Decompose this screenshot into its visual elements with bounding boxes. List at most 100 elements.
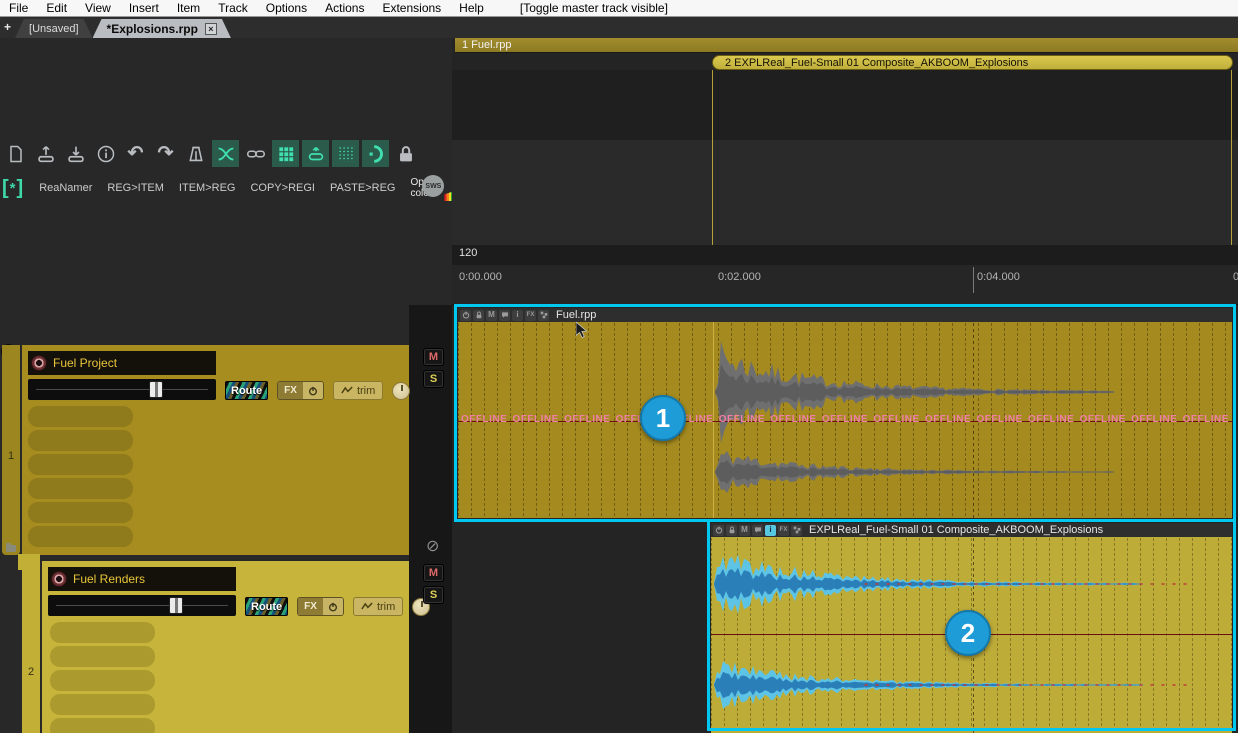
reaper-window: File Edit View Insert Item Track Options… [0, 0, 1238, 733]
track-1-mute-button[interactable]: M [423, 348, 444, 366]
redo-icon[interactable]: ↷ [152, 140, 179, 167]
track-2-fx-button[interactable]: FX [297, 597, 344, 616]
menu-item[interactable]: Item [168, 1, 209, 15]
menu-actions[interactable]: Actions [316, 1, 373, 15]
folder-icon[interactable] [6, 545, 16, 552]
item-lock-icon[interactable] [473, 310, 484, 321]
item-mute-toggle[interactable]: M [486, 310, 497, 321]
region-to-item-button[interactable]: REG>ITEM [107, 182, 164, 194]
item-notes-icon[interactable] [752, 525, 763, 536]
item-1-label: Fuel.rpp [556, 309, 596, 321]
track-2-mute-button[interactable]: M [423, 564, 444, 582]
ruler-time-4: 0:04.000 [977, 271, 1020, 283]
info-icon[interactable] [92, 140, 119, 167]
timeline-ruler[interactable]: 0:00.000 0:02.000 0:04.000 0: [452, 265, 1238, 305]
metronome-icon[interactable] [182, 140, 209, 167]
record-arm-button[interactable] [51, 571, 67, 587]
tempo-value[interactable]: 120 [459, 247, 477, 259]
menu-help[interactable]: Help [450, 1, 493, 15]
trim-envelope-icon [341, 386, 353, 395]
project-tab-bar: + [Unsaved] *Explosions.rpp × [0, 17, 1238, 38]
track-1-panel-body[interactable]: Fuel Project Route FX trim [22, 345, 409, 555]
item-mute-toggle[interactable]: M [739, 525, 750, 536]
track-1-name-box[interactable]: Fuel Project [28, 351, 216, 375]
new-project-tab-button[interactable]: + [0, 20, 15, 38]
save-track-template-icon[interactable] [62, 140, 89, 167]
item-mute-icon[interactable] [713, 525, 724, 536]
menu-extensions[interactable]: Extensions [373, 1, 450, 15]
menu-track[interactable]: Track [209, 1, 257, 15]
ruler-time-6: 0: [1233, 271, 1238, 283]
undo-icon[interactable]: ↶ [122, 140, 149, 167]
menu-view[interactable]: View [76, 1, 120, 15]
toolbar-row-1: ↶ ↷ [2, 140, 422, 167]
copy-region-button[interactable]: COPY>REGI [250, 182, 315, 194]
ruler-time-0: 0:00.000 [459, 271, 502, 283]
track-1-route-button[interactable]: Route [225, 381, 268, 400]
arrange-empty-band[interactable] [452, 140, 1238, 245]
link-icon[interactable] [242, 140, 269, 167]
item-group-icon[interactable] [538, 310, 549, 321]
menu-edit[interactable]: Edit [37, 1, 76, 15]
fx-power-icon[interactable] [303, 382, 323, 399]
track-2-solo-button[interactable]: S [423, 586, 444, 604]
lock-icon[interactable] [392, 140, 419, 167]
auto-crossfade-icon[interactable] [212, 140, 239, 167]
track-2-panel-body[interactable]: Fuel Renders Route FX trim [42, 561, 409, 733]
track-1-fx-button[interactable]: FX [277, 381, 324, 400]
region-fuel-rpp[interactable]: 1 Fuel.rpp [455, 38, 1238, 53]
track-2-number-strip[interactable]: 2 [22, 561, 40, 733]
item-fx-icon[interactable]: FX [525, 310, 536, 321]
track-2-volume-slider[interactable] [48, 595, 236, 616]
track-1-trim-button[interactable]: trim [333, 381, 383, 400]
item-mute-icon[interactable] [460, 310, 471, 321]
track-control-pane: ↶ ↷ [0, 38, 452, 733]
fx-power-icon[interactable] [323, 598, 343, 615]
region-explosions[interactable]: 2 EXPLReal_Fuel-Small 01 Composite_AKBOO… [712, 55, 1233, 70]
menu-toggle-master-track[interactable]: [Toggle master track visible] [511, 1, 677, 15]
item-1-header[interactable]: M i FX Fuel.rpp [458, 308, 1232, 322]
item-2-header[interactable]: M i FX EXPLReal_Fuel-Small 01 Composite_… [711, 523, 1232, 537]
track-1-lanes [28, 406, 133, 547]
star-bracket-icon[interactable]: [*] [2, 177, 24, 200]
mouse-cursor-icon [576, 322, 588, 339]
tab-unsaved[interactable]: [Unsaved] [15, 19, 93, 38]
grid-blocks-icon[interactable] [272, 140, 299, 167]
tab-explosions[interactable]: *Explosions.rpp × [93, 19, 231, 38]
track-1-volume-slider[interactable] [28, 379, 216, 400]
paste-region-button[interactable]: PASTE>REG [330, 182, 396, 194]
track-2-route-button[interactable]: Route [245, 597, 288, 616]
tab-close-icon[interactable]: × [205, 23, 217, 35]
track-1-name: Fuel Project [53, 356, 117, 370]
offline-status-row: OFFLINEOFFLINEOFFLINEOFFLINEOFFLINEOFFLI… [458, 414, 1232, 425]
track-1-pan-knob[interactable] [392, 382, 410, 400]
new-file-icon[interactable] [2, 140, 29, 167]
item-fx-icon[interactable]: FX [778, 525, 789, 536]
menu-insert[interactable]: Insert [120, 1, 168, 15]
item-group-icon[interactable] [791, 525, 802, 536]
menu-options[interactable]: Options [257, 1, 316, 15]
ripple-edit-icon[interactable] [362, 140, 389, 167]
arrange-empty-band[interactable] [452, 70, 1238, 140]
track-1-solo-button[interactable]: S [423, 370, 444, 388]
item-notes-icon[interactable] [499, 310, 510, 321]
load-track-template-icon[interactable] [32, 140, 59, 167]
item-1-body[interactable]: OFFLINEOFFLINEOFFLINEOFFLINEOFFLINEOFFLI… [458, 322, 1232, 518]
track-1-phase-icon[interactable]: ⊘ [426, 539, 442, 555]
media-item-fuel-rpp[interactable]: M i FX Fuel.rpp OFFLINEOFFLINEOFFLINEOFF… [458, 308, 1232, 518]
track-2-trim-button[interactable]: trim [353, 597, 403, 616]
item-info-icon-active[interactable]: i [765, 525, 776, 536]
item-to-region-button[interactable]: ITEM>REG [179, 182, 236, 194]
item-lock-icon[interactable] [726, 525, 737, 536]
menu-file[interactable]: File [0, 1, 37, 15]
record-arm-button[interactable] [31, 355, 47, 371]
volume-handle[interactable] [149, 381, 163, 398]
link-move-icon[interactable] [302, 140, 329, 167]
reanamer-button[interactable]: ReaNamer [39, 182, 92, 194]
tempo-lane[interactable]: 120 [452, 245, 1238, 265]
item-info-icon[interactable]: i [512, 310, 523, 321]
volume-handle[interactable] [169, 597, 183, 614]
track-1-number-strip[interactable]: 1 [2, 345, 20, 555]
track-2-name-box[interactable]: Fuel Renders [48, 567, 236, 591]
grid-dots-icon[interactable] [332, 140, 359, 167]
